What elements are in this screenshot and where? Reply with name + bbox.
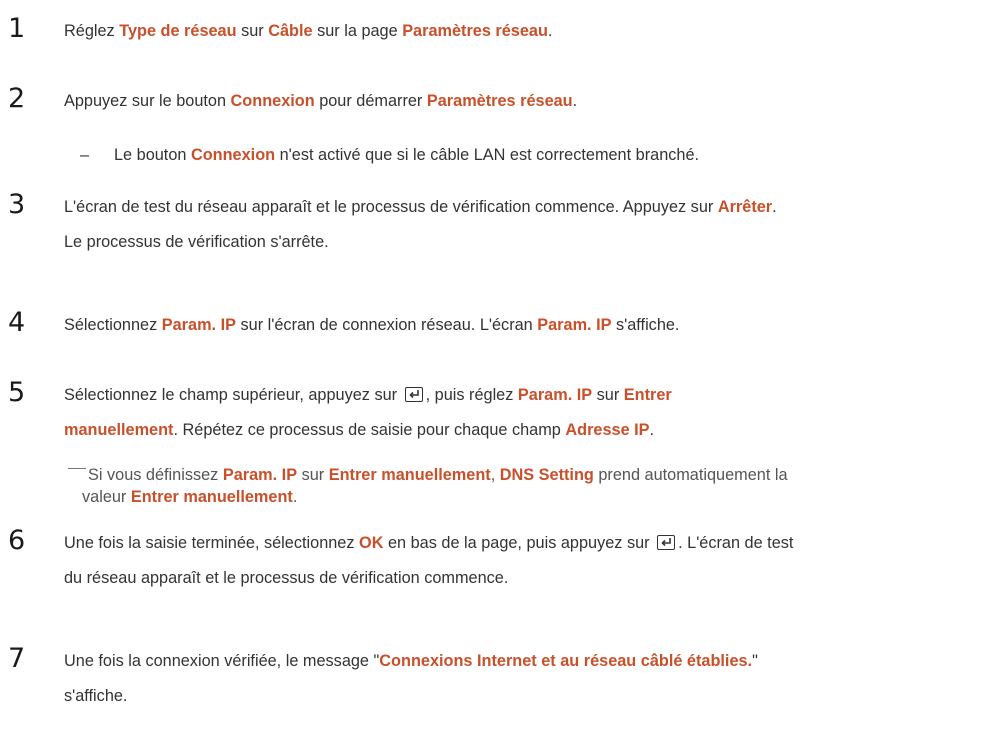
note-bar — [68, 468, 86, 469]
emphasis: Param. IP — [517, 386, 593, 404]
text-run: s'affiche. — [611, 316, 680, 334]
text-run: " — [752, 652, 758, 670]
text-run: Une fois la saisie terminée, sélectionne… — [64, 534, 360, 552]
text-run: , — [490, 466, 500, 484]
step-number: 2 — [8, 83, 26, 114]
text-run: , puis réglez — [425, 386, 518, 404]
text-run: Réglez — [64, 22, 120, 40]
emphasis: OK — [359, 534, 384, 552]
step-text: Une fois la saisie terminée, sélectionne… — [64, 526, 984, 596]
emphasis: Param. IP — [222, 466, 298, 484]
text-run: en bas de la page, puis appuyez sur — [383, 534, 655, 552]
text-run: . — [572, 92, 578, 110]
text-run: Une fois la connexion vérifiée, le messa… — [64, 652, 380, 670]
emphasis: Connexion — [230, 92, 315, 110]
text-run: s'affiche. — [64, 687, 128, 705]
step-text: L'écran de test du réseau apparaît et le… — [64, 190, 984, 260]
step-text: Réglez Type de réseau sur Câble sur la p… — [64, 14, 984, 49]
emphasis: Paramètres réseau — [402, 22, 548, 40]
text-run: sur — [236, 22, 269, 40]
text-run: . Répétez ce processus de saisie pour ch… — [173, 421, 566, 439]
text-run: Le processus de vérification s'arrête. — [64, 233, 329, 251]
text-run: Sélectionnez le champ supérieur, appuyez… — [64, 386, 402, 404]
text-run: sur la page — [312, 22, 403, 40]
text-run: . — [649, 421, 655, 439]
text-run: . — [292, 488, 298, 506]
step-5-note: Si vous définissez Param. IP sur Entrer … — [68, 464, 990, 508]
enter-key-icon — [657, 535, 676, 550]
step-2-note: – Le bouton Connexion n'est activé que si… — [80, 138, 980, 173]
text-run: . — [772, 198, 777, 216]
step-number: 4 — [8, 307, 26, 338]
text-run: pour démarrer — [314, 92, 427, 110]
text-run: du réseau apparaît et le processus de vé… — [64, 569, 509, 587]
text-run: . L'écran de test — [678, 534, 794, 552]
emphasis: Entrer manuellement — [130, 488, 293, 506]
step-text: Sélectionnez Param. IP sur l'écran de co… — [64, 308, 984, 343]
enter-key-icon — [404, 387, 423, 402]
emphasis: Adresse IP — [565, 421, 650, 439]
emphasis: Câble — [268, 22, 313, 40]
emphasis: Paramètres réseau — [426, 92, 573, 110]
step-text: Sélectionnez le champ supérieur, appuyez… — [64, 378, 984, 448]
step-text: Une fois la connexion vérifiée, le messa… — [64, 644, 984, 714]
emphasis: Arrêter — [717, 198, 773, 216]
emphasis: DNS Setting — [499, 466, 594, 484]
emphasis: Param. IP — [161, 316, 236, 334]
text-run: . — [547, 22, 553, 40]
text-run: Si vous définissez — [88, 466, 223, 484]
text-run: Le bouton — [114, 146, 191, 164]
step-number: 5 — [8, 377, 26, 408]
emphasis: Param. IP — [537, 316, 612, 334]
step-number: 6 — [8, 525, 26, 556]
text-run: n'est activé que si le câble LAN est cor… — [275, 146, 700, 164]
emphasis: Connexion — [190, 146, 276, 164]
emphasis: Connexions Internet et au réseau câblé é… — [379, 652, 753, 670]
emphasis: Entrer — [623, 386, 672, 404]
step-number: 3 — [8, 189, 26, 220]
text-run: sur l'écran de connexion réseau. L'écran — [235, 316, 538, 334]
step-text: Appuyez sur le bouton Connexion pour dém… — [64, 84, 984, 119]
text-run: sur — [592, 386, 624, 404]
text-run: Appuyez sur le bouton — [64, 92, 231, 110]
step-number: 7 — [8, 643, 26, 674]
text-run: L'écran de test du réseau apparaît et le… — [64, 198, 718, 216]
emphasis: Type de réseau — [119, 22, 237, 40]
emphasis: manuellement — [64, 421, 174, 439]
text-run: Sélectionnez — [64, 316, 162, 334]
emphasis: Entrer manuellement — [328, 466, 491, 484]
text-run: prend automatiquement la — [593, 466, 788, 484]
step-number: 1 — [8, 13, 26, 44]
note-dash: – — [80, 146, 90, 164]
text-run: sur — [297, 466, 329, 484]
text-run: valeur — [82, 488, 131, 506]
